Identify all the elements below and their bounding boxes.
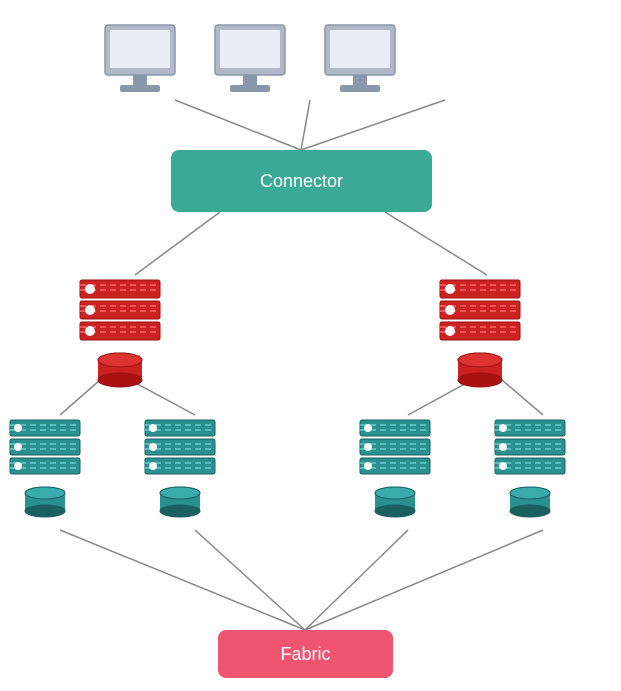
teal-server-ll bbox=[5, 415, 95, 530]
connector-label: Connector bbox=[260, 171, 343, 192]
teal-server-rr bbox=[490, 415, 580, 530]
teal-server-rm-icon bbox=[355, 415, 445, 525]
computer-icon-1 bbox=[100, 20, 180, 100]
diagram-container: Connector bbox=[0, 0, 621, 691]
teal-server-rr-icon bbox=[490, 415, 580, 525]
red-server-left bbox=[75, 275, 175, 395]
teal-server-lm bbox=[140, 415, 230, 530]
teal-server-lm-icon bbox=[140, 415, 230, 525]
red-server-right bbox=[435, 275, 535, 395]
teal-server-ll-icon bbox=[5, 415, 95, 525]
fabric-box: Fabric bbox=[218, 630, 393, 678]
connector-box: Connector bbox=[171, 150, 432, 212]
red-server-right-icon bbox=[435, 275, 535, 390]
computer-icon-3 bbox=[320, 20, 400, 100]
red-server-left-icon bbox=[75, 275, 175, 390]
computers-row bbox=[100, 20, 400, 100]
fabric-label: Fabric bbox=[280, 644, 330, 665]
teal-server-rm bbox=[355, 415, 445, 530]
computer-icon-2 bbox=[210, 20, 290, 100]
